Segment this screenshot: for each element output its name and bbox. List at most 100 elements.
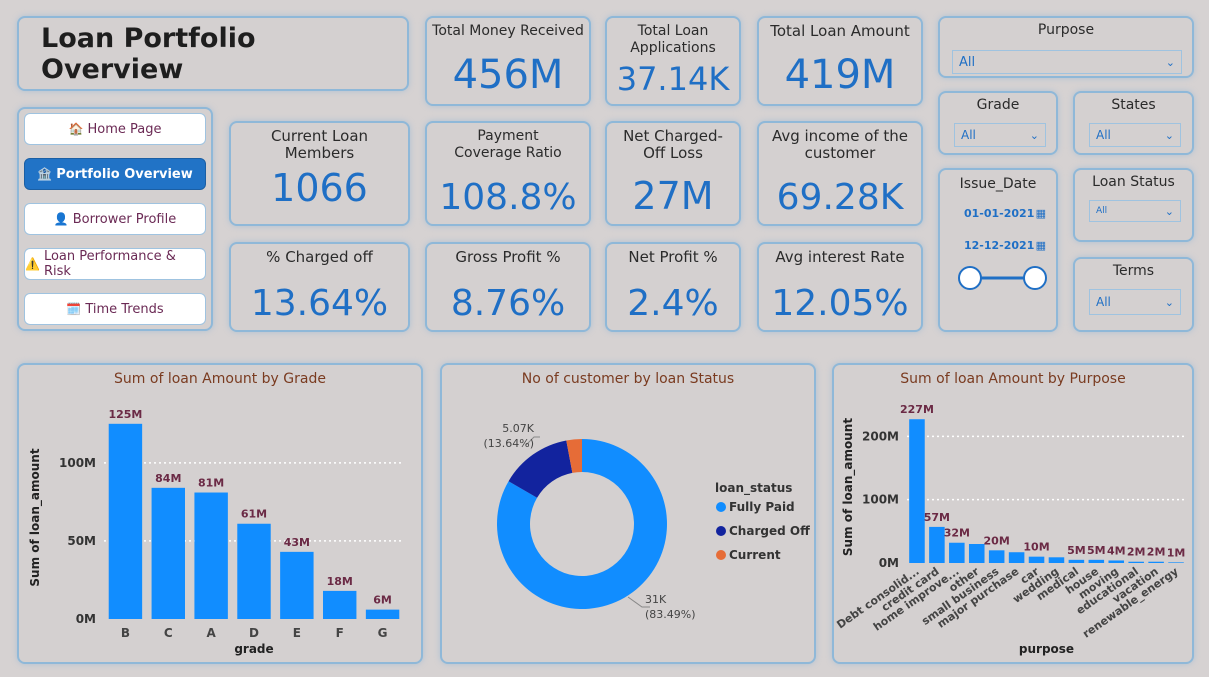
kpi-value: 12.05% — [771, 283, 909, 324]
chevron-down-icon: ⌄ — [1164, 128, 1174, 142]
data-label: 2M — [1147, 546, 1166, 559]
y-tick-label: 50M — [67, 534, 96, 548]
bar — [1068, 559, 1085, 563]
bar — [1028, 556, 1045, 563]
kpi-value: 13.64% — [250, 283, 389, 324]
bar — [237, 523, 271, 619]
purpose-bar-chart: 0M100M200M227MDebt consolid...57Mcredit … — [834, 403, 1186, 656]
status-chart-card: No of customer by loan Status 31K (83.49%… — [440, 363, 816, 664]
data-label: 61M — [241, 508, 267, 521]
slicer-title: Grade — [976, 97, 1020, 113]
kpi-avg-interest-rate: Avg interest Rate 12.05% — [757, 242, 923, 332]
x-tick-label: D — [249, 626, 259, 640]
x-tick-label: B — [121, 626, 130, 640]
bar — [365, 609, 400, 619]
kpi-value: 27M — [632, 174, 714, 218]
kpi-label: % Charged off — [266, 248, 373, 266]
slider-end-handle[interactable] — [1023, 266, 1047, 290]
loan-status-dropdown[interactable]: All ⌄ — [1089, 200, 1181, 222]
purpose-slicer: Purpose All ⌄ — [938, 16, 1194, 78]
dropdown-value: All — [1096, 206, 1108, 216]
states-dropdown[interactable]: All ⌄ — [1089, 123, 1181, 147]
slider-start-handle[interactable] — [958, 266, 982, 290]
nav-label: Time Trends — [85, 301, 164, 317]
bar — [929, 526, 945, 563]
bar — [323, 590, 357, 619]
grade-slicer: Grade All ⌄ — [938, 91, 1058, 155]
nav-portfolio-overview-button[interactable]: 🏦 Portfolio Overview — [24, 158, 206, 190]
nav-home-page-button[interactable]: 🏠 Home Page — [24, 113, 206, 145]
bar — [1008, 552, 1025, 563]
calendar-icon[interactable]: ▦ — [1036, 239, 1046, 252]
data-label: 5.07K — [502, 422, 534, 435]
kpi-total-loan-applications: Total Loan Applications 37.14K — [605, 16, 741, 106]
bar — [1048, 557, 1065, 563]
bar — [1108, 560, 1125, 563]
bar — [1148, 561, 1164, 563]
x-tick-label: G — [378, 626, 388, 640]
nav-loan-performance-risk-button[interactable]: ⚠️ Loan Performance & Risk — [24, 248, 206, 280]
date-range-slider[interactable] — [940, 262, 1056, 302]
data-label: 125M — [108, 408, 142, 421]
kpi-value: 69.28K — [776, 177, 904, 218]
nav-label: Home Page — [87, 121, 162, 137]
chevron-down-icon: ⌄ — [1164, 295, 1174, 309]
purpose-chart-card: Sum of loan Amount by Purpose 0M 100M 200M… — [832, 363, 1194, 664]
nav-borrower-profile-button[interactable]: 👤 Borrower Profile — [24, 203, 206, 235]
legend-label: Current — [729, 548, 781, 562]
bar — [1168, 562, 1184, 563]
data-label: 81M — [198, 477, 224, 490]
kpi-label: Total Money Received — [432, 23, 584, 39]
bar — [909, 419, 925, 563]
x-tick-label: E — [293, 626, 301, 640]
y-tick-label: 100M — [59, 456, 96, 470]
page-title: Loan Portfolio Overview — [41, 22, 256, 85]
data-label: 20M — [984, 534, 1010, 547]
end-date-input[interactable]: 12-12-2021 ▦ — [956, 234, 1046, 256]
navigation-panel: 🏠 Home Page 🏦 Portfolio Overview 👤 Borro… — [17, 107, 213, 331]
slicer-title: Terms — [1112, 263, 1155, 279]
kpi-label: Net Profit % — [628, 248, 718, 266]
legend-label: Fully Paid — [729, 500, 795, 514]
data-label: (83.49%) — [645, 608, 696, 621]
kpi-label: Total Loan Applications — [630, 23, 716, 56]
kpi-label: Avg interest Rate — [775, 248, 905, 266]
kpi-value: 1066 — [271, 166, 368, 210]
nav-label: Portfolio Overview — [56, 166, 193, 182]
date-value: 12-12-2021 — [964, 238, 1035, 252]
data-label: 5M — [1067, 544, 1086, 557]
calendar-icon[interactable]: ▦ — [1036, 207, 1046, 220]
legend-title: loan_status — [715, 481, 792, 496]
y-tick-label: 0M — [879, 556, 899, 570]
calendar-icon: 🗓️ — [66, 302, 82, 316]
start-date-input[interactable]: 01-01-2021 ▦ — [956, 202, 1046, 224]
data-label: 227M — [900, 403, 934, 416]
title-card: Loan Portfolio Overview — [17, 16, 409, 91]
data-label: 2M — [1127, 546, 1146, 559]
data-label: 10M — [1023, 541, 1049, 554]
dropdown-value: All — [1096, 128, 1111, 142]
x-axis-title: grade — [234, 642, 273, 656]
data-label: 1M — [1167, 546, 1186, 559]
data-label: 5M — [1087, 544, 1106, 557]
kpi-value: 8.76% — [450, 283, 566, 324]
x-tick-label: F — [336, 626, 344, 640]
grade-dropdown[interactable]: All ⌄ — [954, 123, 1046, 147]
terms-dropdown[interactable]: All ⌄ — [1089, 289, 1181, 315]
dropdown-value: All — [1096, 295, 1111, 309]
nav-time-trends-button[interactable]: 🗓️ Time Trends — [24, 293, 206, 325]
purpose-dropdown[interactable]: All ⌄ — [952, 50, 1182, 74]
kpi-label: Total Loan Amount — [770, 22, 910, 40]
kpi-label: Gross Profit % — [455, 248, 561, 266]
legend-marker — [716, 502, 726, 512]
slicer-title: Purpose — [1037, 22, 1095, 38]
bar — [280, 551, 314, 619]
x-tick-label: A — [206, 626, 216, 640]
chevron-down-icon: ⌄ — [1029, 128, 1039, 142]
kpi-label: Payment Coverage Ratio — [454, 128, 562, 161]
kpi-net-charged-off-loss: Net Charged-Off Loss 27M — [605, 121, 741, 226]
bank-icon: 🏦 — [37, 167, 53, 181]
data-label: 31K — [645, 593, 667, 606]
data-label: 32M — [944, 527, 970, 540]
kpi-value: 37.14K — [616, 60, 730, 98]
